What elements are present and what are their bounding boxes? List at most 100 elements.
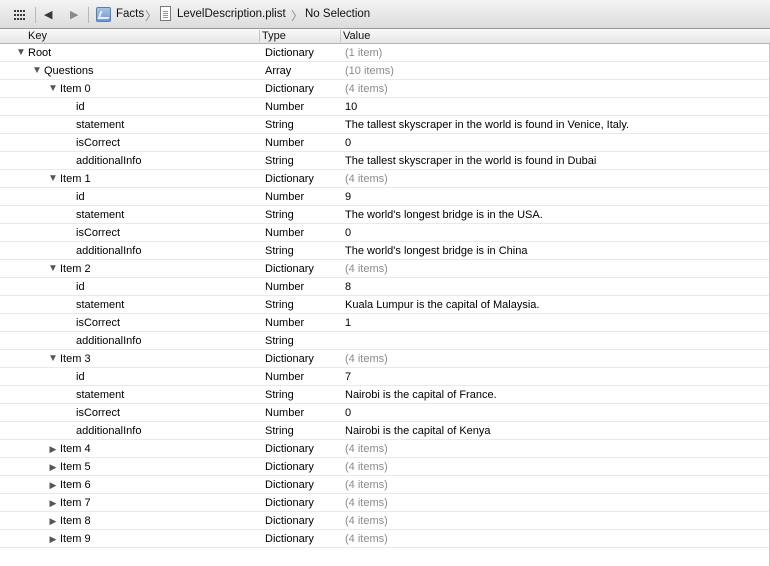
row-type[interactable]: Number bbox=[265, 314, 304, 332]
row-key[interactable]: id bbox=[76, 188, 85, 206]
row-type[interactable]: Dictionary bbox=[265, 44, 314, 62]
row-key[interactable]: Item 6 bbox=[60, 476, 91, 494]
row-type[interactable]: Dictionary bbox=[265, 530, 314, 548]
row-value[interactable]: 10 bbox=[345, 98, 357, 116]
column-divider[interactable] bbox=[259, 30, 260, 42]
row-type[interactable]: Number bbox=[265, 134, 304, 152]
row-type[interactable]: Number bbox=[265, 368, 304, 386]
outline-row[interactable]: isCorrect Number 0 bbox=[0, 134, 770, 152]
row-value[interactable]: 1 bbox=[345, 314, 351, 332]
row-type[interactable]: Number bbox=[265, 224, 304, 242]
row-type[interactable]: Number bbox=[265, 404, 304, 422]
row-key[interactable]: Item 0 bbox=[60, 80, 91, 98]
row-key[interactable]: Root bbox=[28, 44, 51, 62]
row-key[interactable]: Item 9 bbox=[60, 530, 91, 548]
row-value[interactable]: Nairobi is the capital of Kenya bbox=[345, 422, 491, 440]
row-key[interactable]: id bbox=[76, 368, 85, 386]
outline-row[interactable]: statement String Kuala Lumpur is the capit… bbox=[0, 296, 770, 314]
row-value[interactable]: The tallest skyscraper in the world is f… bbox=[345, 152, 596, 170]
row-key[interactable]: id bbox=[76, 98, 85, 116]
outline-row[interactable]: ▶ Item 5 Dictionary (4 items) bbox=[0, 458, 770, 476]
row-type[interactable]: String bbox=[265, 386, 294, 404]
row-key[interactable]: Item 5 bbox=[60, 458, 91, 476]
outline-row[interactable]: ▶ Item 4 Dictionary (4 items) bbox=[0, 440, 770, 458]
header-type[interactable]: Type bbox=[262, 29, 286, 43]
outline-row[interactable]: additionalInfo String bbox=[0, 332, 770, 350]
outline-row[interactable]: id Number 8 bbox=[0, 278, 770, 296]
outline-row[interactable]: statement String The tallest skyscraper in… bbox=[0, 116, 770, 134]
outline-row[interactable]: ▼ Item 3 Dictionary (4 items) bbox=[0, 350, 770, 368]
outline-row[interactable]: ▼ Item 0 Dictionary (4 items) bbox=[0, 80, 770, 98]
row-type[interactable]: Array bbox=[265, 62, 291, 80]
row-key[interactable]: Questions bbox=[44, 62, 94, 80]
row-key[interactable]: additionalInfo bbox=[76, 152, 141, 170]
row-key[interactable]: isCorrect bbox=[76, 314, 120, 332]
row-key[interactable]: id bbox=[76, 278, 85, 296]
outline-row[interactable]: additionalInfo String Nairobi is the capit… bbox=[0, 422, 770, 440]
row-value[interactable]: The world's longest bridge is in China bbox=[345, 242, 527, 260]
outline-row[interactable]: ▶ Item 6 Dictionary (4 items) bbox=[0, 476, 770, 494]
disclosure-closed-icon[interactable]: ▶ bbox=[48, 458, 58, 476]
row-type[interactable]: Dictionary bbox=[265, 170, 314, 188]
row-value[interactable]: 0 bbox=[345, 404, 351, 422]
breadcrumb-project[interactable]: Facts bbox=[116, 8, 144, 20]
row-type[interactable]: String bbox=[265, 116, 294, 134]
row-key[interactable]: additionalInfo bbox=[76, 332, 141, 350]
disclosure-closed-icon[interactable]: ▶ bbox=[48, 440, 58, 458]
row-value[interactable]: Nairobi is the capital of France. bbox=[345, 386, 497, 404]
outline-row[interactable]: id Number 10 bbox=[0, 98, 770, 116]
outline-row[interactable]: ▼ Root Dictionary (1 item) bbox=[0, 44, 770, 62]
outline-row[interactable]: ▼ Questions Array (10 items) bbox=[0, 62, 770, 80]
row-key[interactable]: isCorrect bbox=[76, 224, 120, 242]
breadcrumb-selection[interactable]: No Selection bbox=[305, 8, 370, 20]
back-arrow-icon[interactable]: ◀ bbox=[44, 0, 52, 29]
header-value[interactable]: Value bbox=[343, 29, 370, 43]
outline-row[interactable]: additionalInfo String The world's longest … bbox=[0, 242, 770, 260]
row-value[interactable]: 9 bbox=[345, 188, 351, 206]
disclosure-open-icon[interactable]: ▼ bbox=[48, 260, 58, 278]
row-type[interactable]: String bbox=[265, 206, 294, 224]
row-type[interactable]: Dictionary bbox=[265, 458, 314, 476]
row-key[interactable]: additionalInfo bbox=[76, 242, 141, 260]
outline-row[interactable]: id Number 7 bbox=[0, 368, 770, 386]
row-value[interactable]: 8 bbox=[345, 278, 351, 296]
row-value[interactable]: Kuala Lumpur is the capital of Malaysia. bbox=[345, 296, 539, 314]
breadcrumb-file[interactable]: LevelDescription.plist bbox=[177, 8, 286, 20]
header-key[interactable]: Key bbox=[28, 29, 47, 43]
row-key[interactable]: isCorrect bbox=[76, 134, 120, 152]
row-key[interactable]: Item 2 bbox=[60, 260, 91, 278]
row-key[interactable]: additionalInfo bbox=[76, 422, 141, 440]
forward-arrow-icon[interactable]: ▶ bbox=[70, 0, 78, 29]
row-type[interactable]: Dictionary bbox=[265, 260, 314, 278]
row-key[interactable]: Item 4 bbox=[60, 440, 91, 458]
outline-row[interactable]: id Number 9 bbox=[0, 188, 770, 206]
outline-row[interactable]: statement String The world's longest bridg… bbox=[0, 206, 770, 224]
row-value[interactable]: 0 bbox=[345, 224, 351, 242]
outline-row[interactable]: isCorrect Number 0 bbox=[0, 224, 770, 242]
column-divider[interactable] bbox=[340, 30, 341, 42]
row-key[interactable]: statement bbox=[76, 206, 124, 224]
row-key[interactable]: isCorrect bbox=[76, 404, 120, 422]
row-type[interactable]: String bbox=[265, 296, 294, 314]
disclosure-closed-icon[interactable]: ▶ bbox=[48, 530, 58, 548]
outline-row[interactable]: additionalInfo String The tallest skyscrap… bbox=[0, 152, 770, 170]
row-type[interactable]: String bbox=[265, 242, 294, 260]
row-type[interactable]: Number bbox=[265, 188, 304, 206]
row-value[interactable]: 0 bbox=[345, 134, 351, 152]
row-type[interactable]: String bbox=[265, 152, 294, 170]
outline-row[interactable]: ▶ Item 9 Dictionary (4 items) bbox=[0, 530, 770, 548]
row-key[interactable]: Item 1 bbox=[60, 170, 91, 188]
disclosure-open-icon[interactable]: ▼ bbox=[16, 44, 26, 62]
disclosure-closed-icon[interactable]: ▶ bbox=[48, 494, 58, 512]
disclosure-open-icon[interactable]: ▼ bbox=[48, 170, 58, 188]
row-type[interactable]: Number bbox=[265, 278, 304, 296]
disclosure-open-icon[interactable]: ▼ bbox=[48, 350, 58, 368]
row-type[interactable]: String bbox=[265, 332, 294, 350]
disclosure-open-icon[interactable]: ▼ bbox=[32, 62, 42, 80]
row-key[interactable]: statement bbox=[76, 386, 124, 404]
row-key[interactable]: statement bbox=[76, 116, 124, 134]
row-value[interactable]: The tallest skyscraper in the world is f… bbox=[345, 116, 629, 134]
related-items-grid-icon[interactable] bbox=[14, 10, 26, 20]
outline-row[interactable]: ▶ Item 7 Dictionary (4 items) bbox=[0, 494, 770, 512]
row-type[interactable]: Dictionary bbox=[265, 512, 314, 530]
